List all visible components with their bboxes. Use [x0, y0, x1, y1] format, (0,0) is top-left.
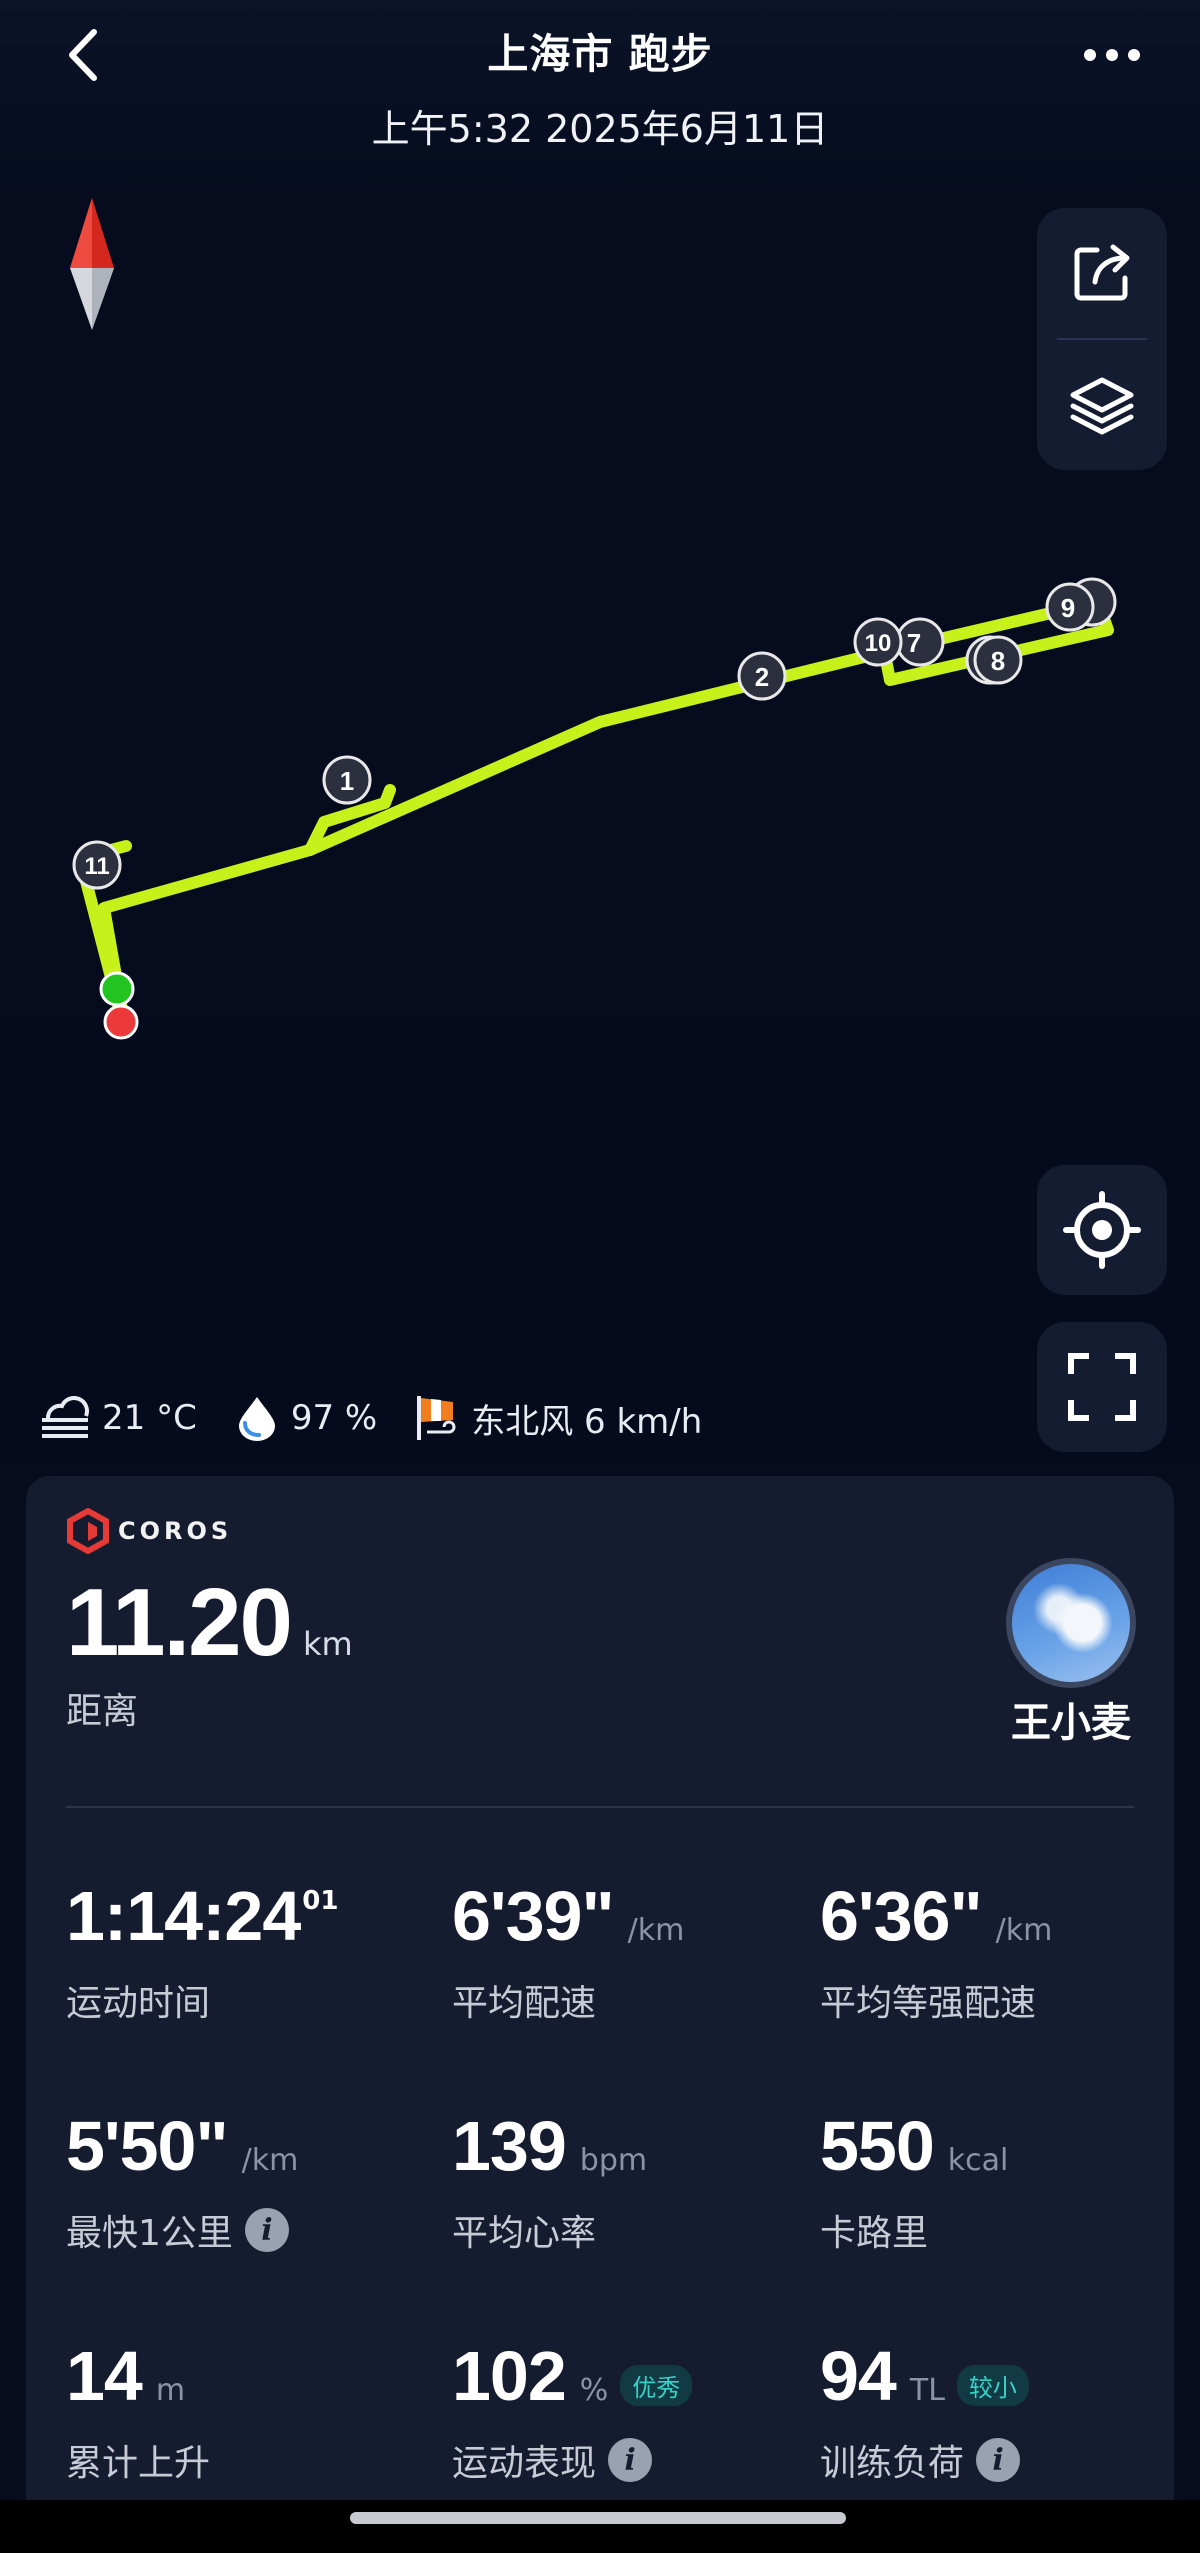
stat-value: 6'36" — [820, 1877, 983, 1955]
svg-text:7: 7 — [907, 628, 921, 658]
stat-duration: 1:14:24 01 运动时间 — [66, 1876, 338, 2026]
brand-logo: COROS — [66, 1508, 232, 1554]
stat-unit: /km — [627, 1913, 685, 1948]
more-options-button[interactable] — [1080, 38, 1144, 72]
training-load-badge: 较小 — [956, 2365, 1029, 2406]
route-track: 1 2 7 8 9 10 11 — [72, 577, 1117, 1040]
info-icon[interactable]: i — [976, 2438, 1021, 2482]
activity-summary-card: COROS 11.20 km 距离 王小麦 1:14:24 01 运动时间 6'… — [26, 1476, 1174, 2553]
svg-text:1: 1 — [340, 766, 354, 796]
stat-avg-heart-rate: 139 bpm 平均心率 — [452, 2106, 647, 2256]
distance-unit: km — [302, 1625, 353, 1663]
svg-text:2: 2 — [755, 662, 769, 692]
activity-datetime: 上午5:32 2025年6月11日 — [371, 107, 829, 151]
km-marker: 9 — [1045, 577, 1117, 632]
more-dots-icon — [1084, 49, 1140, 61]
stat-label: 运动表现 — [452, 2443, 597, 2484]
layers-icon — [1070, 377, 1134, 435]
stat-avg-pace: 6'39" /km 平均配速 — [452, 1876, 684, 2026]
stat-unit: bpm — [579, 2143, 648, 2178]
stat-grade-adjusted-pace: 6'36" /km 平均等强配速 — [820, 1876, 1052, 2026]
stat-unit: TL — [909, 2373, 945, 2408]
fog-cloud-icon — [42, 1396, 89, 1438]
stat-unit: /km — [241, 2143, 299, 2178]
system-navigation-bar — [0, 2500, 1200, 2553]
svg-text:11: 11 — [84, 853, 109, 880]
stat-label: 平均配速 — [452, 1983, 597, 2024]
temperature: 21 °C — [40, 1396, 197, 1440]
compass-icon[interactable] — [66, 198, 118, 338]
map-tools-panel — [1037, 208, 1167, 470]
svg-text:10: 10 — [865, 630, 892, 657]
stat-performance: 102 % 优秀 运动表现 i — [452, 2336, 693, 2486]
temperature-value: 21 °C — [102, 1398, 197, 1438]
stat-unit: % — [579, 2373, 609, 2408]
stat-unit: m — [155, 2373, 186, 2408]
info-icon[interactable]: i — [608, 2438, 653, 2482]
stat-label: 训练负荷 — [820, 2443, 965, 2484]
humidity-value: 97 % — [290, 1398, 378, 1438]
km-marker: 10 — [853, 617, 903, 667]
page-title: 上海市 跑步 — [487, 30, 713, 78]
start-point — [99, 971, 135, 1007]
fullscreen-button[interactable] — [1037, 1322, 1167, 1452]
performance-badge: 优秀 — [620, 2365, 693, 2406]
stat-value: 550 — [820, 2107, 935, 2185]
weather-bar: 21 °C 97 % 东北风 6 km/h — [40, 1390, 740, 1446]
home-indicator[interactable] — [350, 2512, 846, 2524]
stat-label: 运动时间 — [66, 1983, 211, 2024]
share-button[interactable] — [1037, 208, 1167, 338]
km-marker: 2 — [737, 651, 787, 701]
share-icon — [1074, 244, 1130, 301]
km-marker: 7 — [895, 617, 945, 667]
fullscreen-icon — [1068, 1353, 1136, 1421]
wind-flag-icon — [417, 1396, 456, 1440]
stat-value: 1:14:24 — [66, 1877, 301, 1955]
brand-name: COROS — [118, 1517, 233, 1545]
stat-unit: /km — [995, 1913, 1053, 1948]
stat-subseconds: 01 — [302, 1886, 339, 1916]
stat-value: 102 — [452, 2337, 567, 2415]
locate-crosshair-icon — [1063, 1191, 1141, 1269]
stat-label: 平均心率 — [452, 2213, 597, 2254]
stat-value: 14 — [66, 2337, 143, 2415]
username: 王小麦 — [1011, 1700, 1131, 1746]
stat-label: 最快1公里 — [66, 2213, 233, 2254]
stat-label: 卡路里 — [820, 2213, 929, 2254]
distance-value: 11.20 — [66, 1569, 293, 1676]
fullscreen-control[interactable] — [1037, 1322, 1167, 1452]
locate-button[interactable] — [1037, 1165, 1167, 1295]
route-map[interactable]: 上海市 跑步 上午5:32 2025年6月11日 1 2 7 8 9 10 11… — [0, 0, 1200, 1460]
end-point — [103, 1004, 139, 1040]
locate-control[interactable] — [1037, 1165, 1167, 1295]
stat-calories: 550 kcal 卡路里 — [820, 2106, 1008, 2256]
coros-logo-icon — [67, 1508, 109, 1554]
humidity-drop-icon — [238, 1397, 275, 1441]
stat-value: 5'50" — [66, 2107, 229, 2185]
stat-value: 94 — [820, 2337, 897, 2415]
map-layers-button[interactable] — [1037, 340, 1167, 470]
km-marker: 11 — [72, 840, 122, 890]
info-icon[interactable]: i — [244, 2208, 289, 2252]
divider — [66, 1806, 1134, 1808]
svg-text:9: 9 — [1061, 593, 1075, 623]
km-marker: 8 — [965, 635, 1023, 685]
stat-training-load: 94 TL 较小 训练负荷 i — [820, 2336, 1029, 2486]
distance: 11.20 km — [66, 1568, 353, 1678]
stat-label: 平均等强配速 — [820, 1983, 1037, 2024]
stat-label: 累计上升 — [66, 2443, 211, 2484]
stat-unit: kcal — [947, 2143, 1009, 2178]
wind-value: 东北风 6 km/h — [471, 1401, 703, 1442]
stat-fastest-km: 5'50" /km 最快1公里 i — [66, 2106, 298, 2256]
km-marker: 1 — [322, 755, 372, 805]
distance-label: 距离 — [66, 1691, 139, 1732]
stat-ascent: 14 m 累计上升 — [66, 2336, 210, 2486]
wind: 东北风 6 km/h — [415, 1394, 702, 1443]
humidity: 97 % — [235, 1395, 377, 1441]
km-markers: 1 2 7 8 9 10 11 — [72, 577, 1117, 890]
stat-value: 139 — [452, 2107, 567, 2185]
stat-value: 6'39" — [452, 1877, 615, 1955]
svg-text:8: 8 — [991, 646, 1005, 676]
avatar[interactable] — [1006, 1558, 1136, 1688]
